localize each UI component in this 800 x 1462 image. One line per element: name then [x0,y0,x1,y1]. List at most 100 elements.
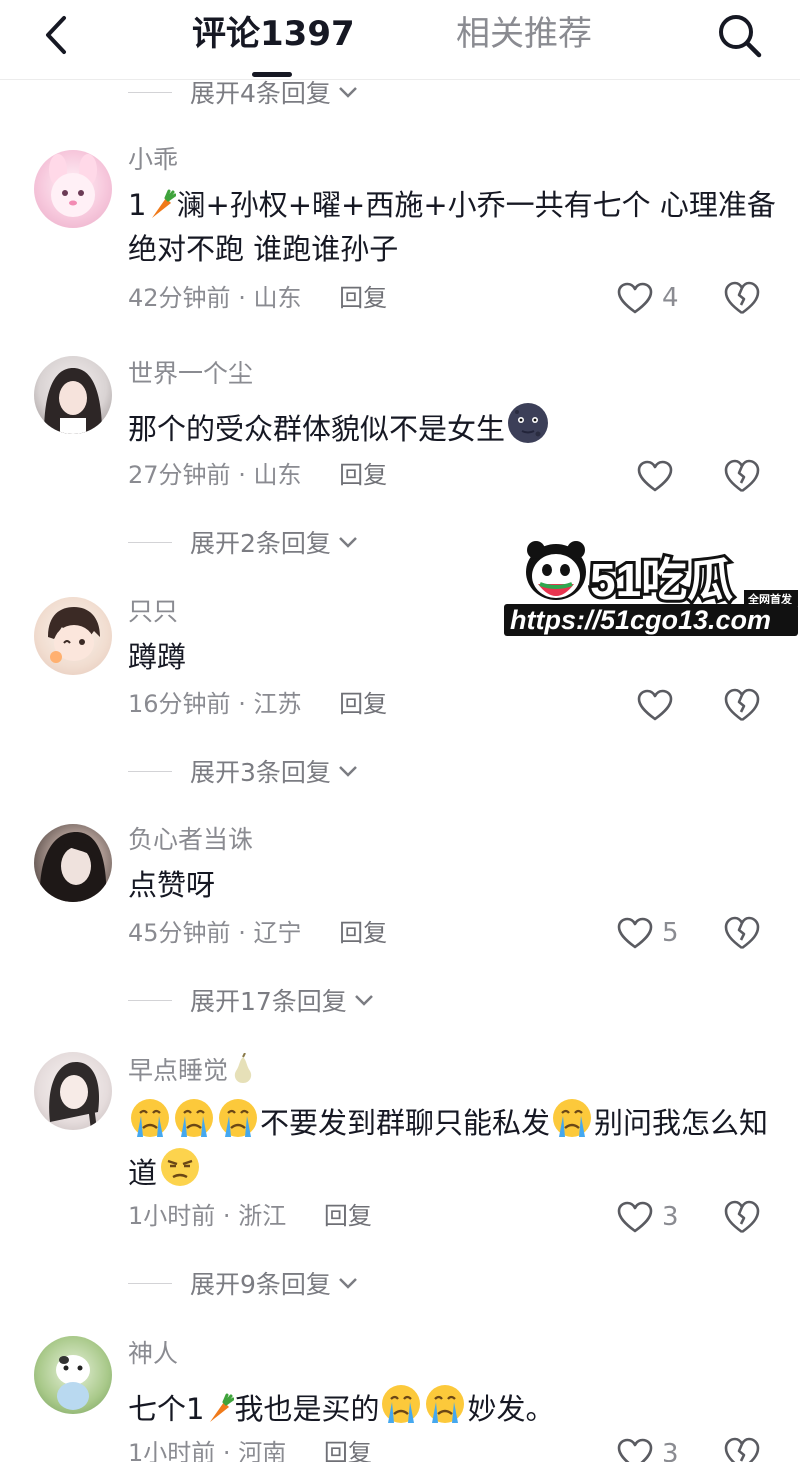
like-button[interactable]: 5 [616,913,679,953]
comment-text-part: 澜+孙权+曜+西施+小乔一共有七个 心理准备绝对不跑 谁跑谁孙子 [128,188,776,266]
like-button[interactable]: 3 [616,1434,679,1462]
like-count: 3 [662,1439,679,1462]
comment-username[interactable]: 只只 [128,595,178,629]
comment-meta: 45分钟前 · 辽宁 回复 [128,916,387,950]
heart-icon [637,460,673,492]
back-arrow-icon[interactable] [36,12,76,58]
reply-button[interactable]: 回复 [324,1439,372,1462]
expand-replies-label: 展开4条回复 [190,79,331,108]
avatar-girl-braid-image [49,1062,100,1130]
comment-location: 浙江 [238,1202,287,1230]
expand-replies-label: 展开2条回复 [190,529,331,558]
tab-comments[interactable]: 评论1397 [192,10,355,58]
reply-button[interactable]: 回复 [339,461,387,489]
comment-time: 1小时前 [128,1202,216,1230]
crying-face-emoji [131,1099,169,1137]
comment-location: 山东 [253,284,302,312]
expand-replies-button[interactable]: 展开2条回复 [128,524,359,560]
crying-face-emoji [175,1099,213,1137]
comment-username[interactable]: 负心者当诛 [128,823,253,857]
comment-text: 不要发到群聊只能私发 别问我怎么知道 [128,1097,778,1195]
comment-time: 1小时前 [128,1439,216,1462]
avatar[interactable] [34,1052,112,1130]
like-button[interactable]: 4 [616,278,679,318]
crying-face-emoji [553,1099,592,1137]
meta-separator: · [222,1202,231,1230]
comment-location: 河南 [238,1439,287,1462]
watermark-brand: 51吃瓜 [590,554,733,606]
broken-heart-icon[interactable] [722,278,762,318]
broken-heart-icon[interactable] [722,456,762,496]
avatar[interactable] [34,356,112,434]
like-button[interactable] [636,456,674,496]
meta-separator: · [238,461,246,489]
expand-replies-button[interactable]: 展开9条回复 [128,1265,359,1301]
chevron-down-icon [339,766,357,777]
chevron-down-icon [339,87,357,98]
heart-icon [617,917,653,949]
meta-separator: · [222,1439,231,1462]
comment-username[interactable]: 世界一个尘 [128,357,253,391]
meta-separator: · [238,690,246,718]
watermark-logo: 51吃瓜 全网首发 https://51cgo13.com [504,541,798,636]
watermark-tag: 全网首发 [747,592,793,606]
pear-icon [234,1053,252,1083]
heart-icon [637,689,673,721]
divider-dash [128,1282,172,1284]
meta-separator: · [238,919,246,947]
comment-location: 江苏 [253,690,302,718]
comment-text-part: 1 [128,188,147,222]
like-count: 5 [662,918,679,948]
broken-heart-icon[interactable] [722,685,762,725]
comment-username: 早点睡觉 [128,1053,258,1087]
like-button[interactable] [636,685,674,725]
reply-button[interactable]: 回复 [339,690,387,718]
like-button[interactable]: 3 [616,1197,679,1237]
carrot-emoji [152,189,177,218]
broken-heart-icon[interactable] [722,1434,762,1462]
comment-text: 1 澜+孙权+曜+西施+小乔一共有七个 心理准备绝对不跑 谁跑谁孙子 [128,183,778,271]
crying-face-emoji [426,1385,465,1423]
avatar[interactable] [34,824,112,902]
comment-time: 16分钟前 [128,690,231,718]
tab-related[interactable]: 相关推荐 [456,10,592,58]
divider-dash [128,770,172,772]
like-count: 3 [662,1202,679,1232]
reply-button[interactable]: 回复 [324,1202,372,1230]
divider-dash [128,91,172,93]
avatar[interactable] [34,150,112,228]
meta-separator: · [238,284,246,312]
comment-text: 点赞呀 [128,868,216,902]
heart-icon [617,1201,653,1233]
comment-meta: 42分钟前 · 山东 回复 [128,281,387,315]
reply-button[interactable]: 回复 [339,284,387,312]
unamused-face-emoji [161,1148,200,1186]
broken-heart-icon[interactable] [722,1197,762,1237]
like-count: 4 [662,283,679,313]
avatar-girl-image [44,368,102,434]
comments-header: 评论1397 相关推荐 [0,0,800,80]
expand-replies-label: 展开3条回复 [190,758,331,787]
comment-text-part: 妙发。 [467,1392,555,1426]
avatar[interactable] [34,1336,112,1414]
comment-username-text[interactable]: 早点睡觉 [128,1056,228,1085]
comment-username[interactable]: 神人 [128,1337,178,1371]
avatar-bunny-image [49,154,97,217]
reply-button[interactable]: 回复 [339,919,387,947]
expand-replies-button[interactable]: 展开3条回复 [128,753,359,789]
comment-text: 蹲蹲 [128,640,187,674]
avatar-woman-image [39,832,107,902]
comment-username[interactable]: 小乖 [128,143,178,177]
expand-replies-button[interactable]: 展开4条回复 [128,74,359,110]
comment-text-part: 我也是买的 [234,1392,380,1426]
avatar[interactable] [34,597,112,675]
chevron-down-icon [339,537,357,548]
watermark-url: https://51cgo13.com [510,605,771,635]
new-moon-face-emoji [508,403,549,443]
search-icon[interactable] [714,10,766,62]
broken-heart-icon[interactable] [722,913,762,953]
expand-replies-button[interactable]: 展开17条回复 [128,982,375,1018]
comment-text: 那个的受众群体貌似不是女生 [128,401,778,451]
comment-location: 山东 [253,461,302,489]
comment-time: 42分钟前 [128,284,231,312]
